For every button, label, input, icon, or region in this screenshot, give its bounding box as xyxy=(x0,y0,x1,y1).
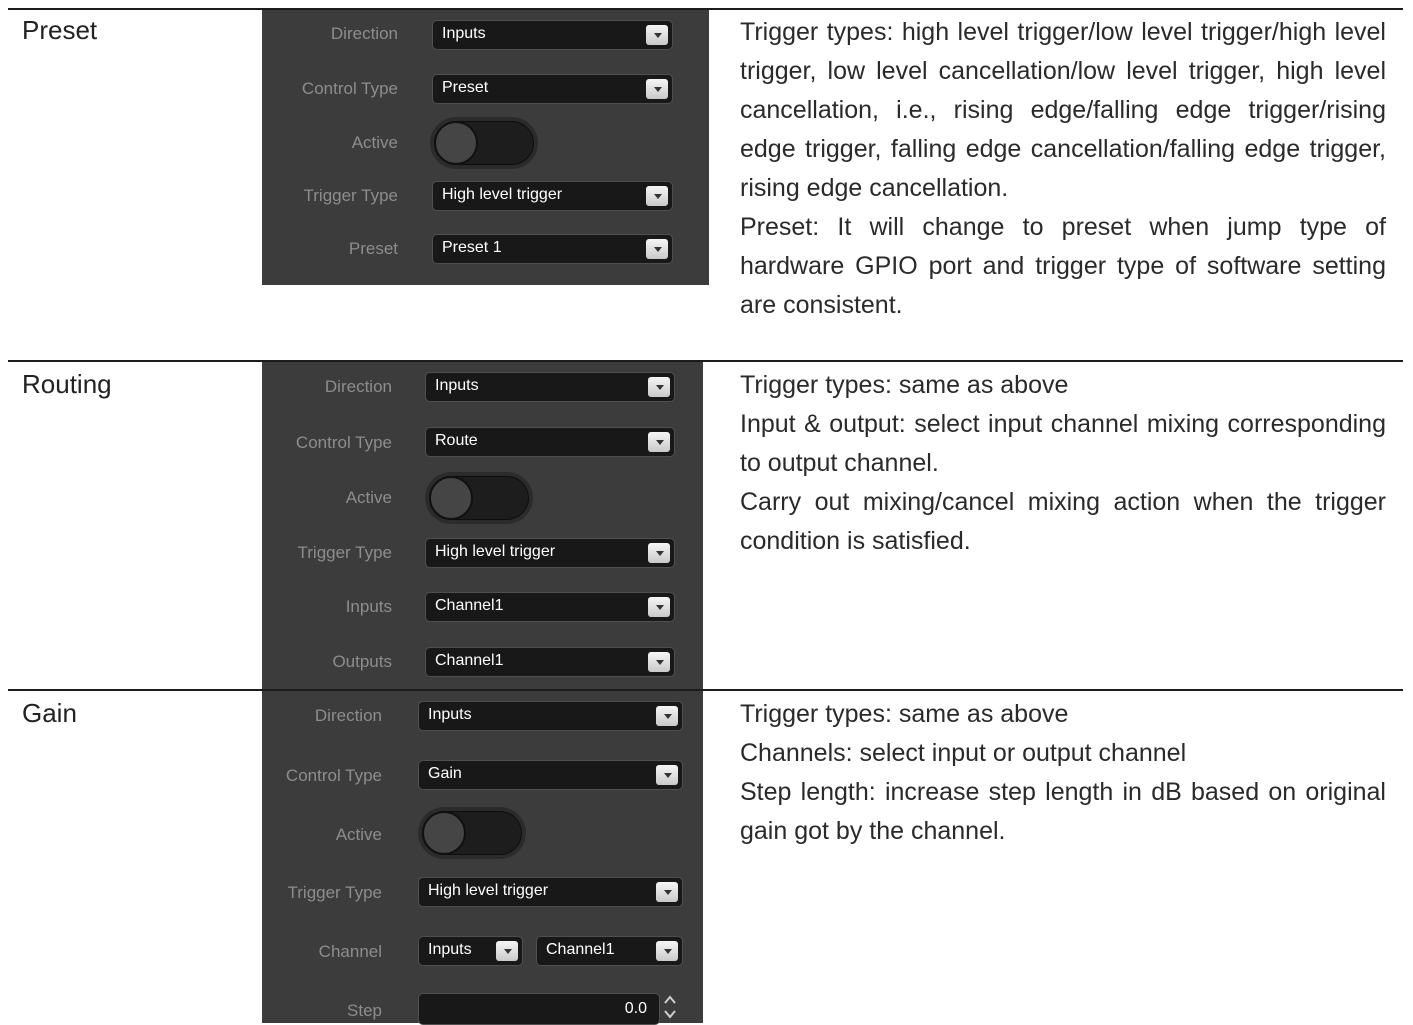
trigger-type-dropdown[interactable]: High level trigger xyxy=(432,181,673,211)
active-toggle-track xyxy=(422,811,522,855)
outputs-label: Outputs xyxy=(332,652,392,671)
control-type-dropdown[interactable]: Preset xyxy=(432,74,673,104)
direction-value: Inputs xyxy=(435,377,479,394)
chevron-down-icon[interactable] xyxy=(648,597,670,617)
active-toggle[interactable] xyxy=(430,117,538,169)
row-label-preset: Preset xyxy=(22,15,98,45)
control-type-dropdown[interactable]: Gain xyxy=(418,760,683,790)
trigger-type-dropdown[interactable]: High level trigger xyxy=(418,877,683,907)
preset-settings-panel: Direction Inputs Control Type Preset Act… xyxy=(262,10,709,285)
row-label-gain: Gain xyxy=(22,698,77,728)
step-input[interactable]: 0.0 xyxy=(418,993,660,1025)
active-label: Active xyxy=(335,825,382,844)
chevron-down-icon[interactable] xyxy=(656,882,678,902)
description-paragraph: Trigger types: same as above xyxy=(740,700,1069,728)
trigger-type-label: Trigger Type xyxy=(303,186,399,205)
channel-direction-value: Inputs xyxy=(428,941,472,958)
active-toggle-track xyxy=(429,476,529,520)
trigger-type-value: High level trigger xyxy=(428,882,549,899)
channel-select-value: Channel1 xyxy=(546,941,615,958)
chevron-down-icon[interactable] xyxy=(646,79,668,99)
control-type-value: Preset xyxy=(442,79,489,96)
active-label: Active xyxy=(345,488,392,507)
channel-direction-dropdown[interactable]: Inputs xyxy=(418,936,523,966)
chevron-down-icon[interactable] xyxy=(646,25,668,45)
chevron-down-icon[interactable] xyxy=(656,765,678,785)
preset-label: Preset xyxy=(348,239,398,258)
direction-label: Direction xyxy=(314,706,382,725)
step-label: Step xyxy=(347,1001,382,1020)
chevron-down-icon[interactable] xyxy=(648,432,670,452)
direction-dropdown[interactable]: Inputs xyxy=(425,372,675,402)
outputs-dropdown[interactable]: Channel1 xyxy=(425,647,675,677)
control-type-value: Gain xyxy=(428,765,462,782)
description-paragraph: Channels: select input or output channel xyxy=(740,739,1187,767)
preset-value: Preset 1 xyxy=(442,239,502,256)
description-paragraph: Input & output: select input channel mix… xyxy=(740,410,1386,477)
row-divider-rule xyxy=(8,360,1403,362)
direction-value: Inputs xyxy=(442,25,486,42)
preset-dropdown[interactable]: Preset 1 xyxy=(432,234,673,264)
trigger-type-value: High level trigger xyxy=(442,186,563,203)
toggle-knob xyxy=(429,476,473,520)
inputs-value: Channel1 xyxy=(435,597,504,614)
direction-value: Inputs xyxy=(428,706,472,723)
chevron-down-icon[interactable] xyxy=(656,941,678,961)
control-type-label: Control Type xyxy=(301,79,398,98)
active-toggle[interactable] xyxy=(418,807,526,859)
chevron-down-icon[interactable] xyxy=(656,706,678,726)
description-paragraph: Step length: increase step length in dB … xyxy=(740,778,1386,845)
routing-settings-panel: Direction Inputs Control Type Route Acti… xyxy=(262,362,703,689)
channel-select-dropdown[interactable]: Channel1 xyxy=(536,936,683,966)
chevron-down-icon[interactable] xyxy=(648,543,670,563)
trigger-type-label: Trigger Type xyxy=(287,883,383,902)
chevron-down-icon[interactable] xyxy=(496,941,518,961)
gain-description: Trigger types: same as above Channels: s… xyxy=(740,695,1386,851)
row-label-routing: Routing xyxy=(22,369,112,399)
chevron-down-icon[interactable] xyxy=(648,652,670,672)
active-toggle-track xyxy=(434,121,534,165)
control-type-label: Control Type xyxy=(295,433,392,452)
description-paragraph: Trigger types: same as above xyxy=(740,371,1069,399)
step-value: 0.0 xyxy=(624,1000,647,1017)
direction-dropdown[interactable]: Inputs xyxy=(432,20,673,50)
channel-label: Channel xyxy=(318,942,382,961)
active-label: Active xyxy=(351,133,398,152)
chevron-down-icon[interactable] xyxy=(646,239,668,259)
direction-dropdown[interactable]: Inputs xyxy=(418,701,683,731)
description-paragraph: Trigger types: high level trigger/low le… xyxy=(740,18,1386,202)
control-type-label: Control Type xyxy=(285,766,382,785)
spinner-arrows-graphic xyxy=(664,995,676,1019)
toggle-knob xyxy=(422,811,466,855)
chevron-down-icon[interactable] xyxy=(648,377,670,397)
chevron-down-icon[interactable] xyxy=(646,186,668,206)
direction-label: Direction xyxy=(324,377,392,396)
trigger-type-dropdown[interactable]: High level trigger xyxy=(425,538,675,568)
gain-settings-panel: Direction Inputs Control Type Gain Activ… xyxy=(262,691,703,1025)
preset-description: Trigger types: high level trigger/low le… xyxy=(740,13,1386,325)
trigger-type-value: High level trigger xyxy=(435,543,556,560)
row-divider-rule xyxy=(8,689,1403,691)
inputs-label: Inputs xyxy=(345,597,392,616)
inputs-dropdown[interactable]: Channel1 xyxy=(425,592,675,622)
control-type-value: Route xyxy=(435,432,478,449)
active-toggle[interactable] xyxy=(425,472,533,524)
trigger-type-label: Trigger Type xyxy=(297,543,393,562)
control-type-dropdown[interactable]: Route xyxy=(425,427,675,457)
description-paragraph: Carry out mixing/cancel mixing action wh… xyxy=(740,488,1386,555)
description-paragraph: Preset: It will change to preset when ju… xyxy=(740,213,1386,319)
routing-description: Trigger types: same as above Input & out… xyxy=(740,366,1386,561)
toggle-knob xyxy=(434,121,478,165)
direction-label: Direction xyxy=(330,24,398,43)
outputs-value: Channel1 xyxy=(435,652,504,669)
up-down-arrows-icon[interactable] xyxy=(660,991,680,1023)
